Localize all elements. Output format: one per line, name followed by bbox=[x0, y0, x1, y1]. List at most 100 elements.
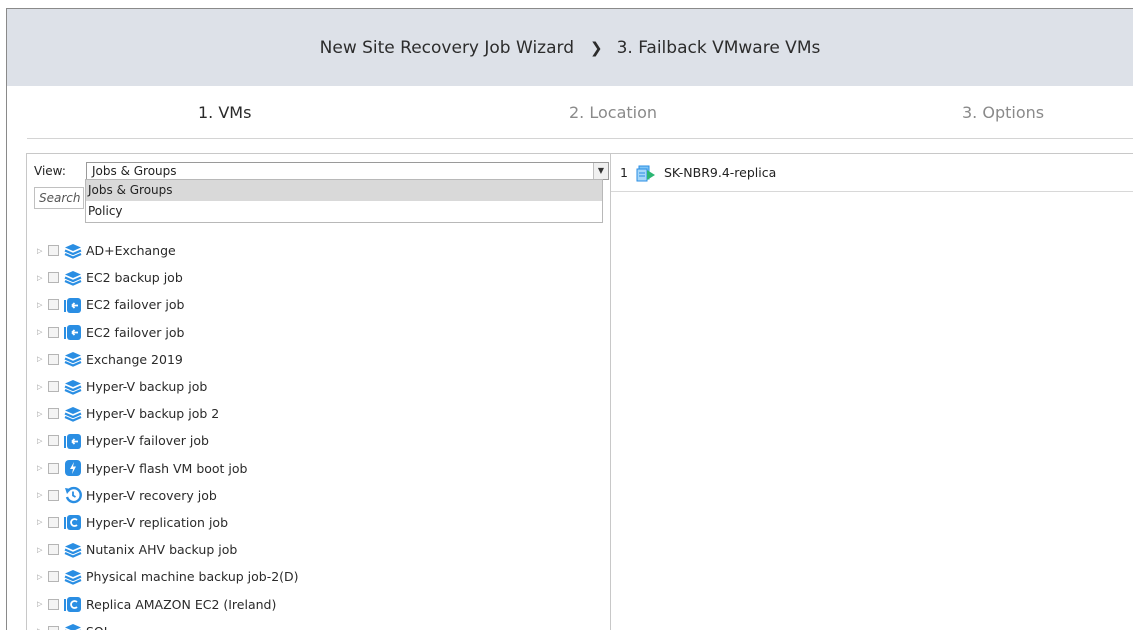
tree-item[interactable]: ▷ Replica AMAZON EC2 (Ireland) bbox=[27, 590, 610, 617]
tree-item-label: Hyper-V replication job bbox=[86, 514, 229, 530]
tree-item-checkbox[interactable] bbox=[48, 299, 59, 311]
backup-job-icon bbox=[64, 350, 82, 368]
expand-arrow-icon[interactable]: ▷ bbox=[37, 464, 45, 472]
view-dropdown-list: Jobs & Groups Policy bbox=[85, 179, 603, 223]
tree-item[interactable]: ▷ Exchange 2019 bbox=[27, 346, 610, 373]
tree-item-label: Replica AMAZON EC2 (Ireland) bbox=[86, 596, 277, 612]
tree-item-label: EC2 failover job bbox=[86, 324, 185, 340]
tree-item-checkbox[interactable] bbox=[48, 544, 59, 556]
chevron-right-icon: ❯ bbox=[590, 38, 603, 57]
view-select-value: Jobs & Groups bbox=[92, 164, 177, 178]
tree-item[interactable]: ▷ AD+Exchange bbox=[27, 237, 610, 264]
expand-arrow-icon[interactable]: ▷ bbox=[37, 410, 45, 418]
wizard-title: New Site Recovery Job Wizard bbox=[319, 37, 574, 58]
selected-vm-row[interactable]: 1 SK-NBR9.4-replica bbox=[611, 154, 1133, 192]
tree-item[interactable]: ▷ Nutanix AHV backup job bbox=[27, 536, 610, 563]
failover-job-icon bbox=[64, 323, 82, 341]
wizard-page-title: 3. Failback VMware VMs bbox=[616, 37, 821, 58]
search-input[interactable]: Search bbox=[34, 187, 84, 209]
tree-item-label: EC2 backup job bbox=[86, 270, 183, 286]
flash-boot-job-icon bbox=[64, 459, 82, 477]
tree-item-label: Physical machine backup job-2(D) bbox=[86, 569, 299, 585]
expand-arrow-icon[interactable]: ▷ bbox=[37, 491, 45, 499]
tree-item[interactable]: ▷ Hyper-V replication job bbox=[27, 509, 610, 536]
view-row: View: bbox=[34, 162, 86, 180]
tree-item-checkbox[interactable] bbox=[48, 516, 59, 528]
wizard-header: New Site Recovery Job Wizard ❯ 3. Failba… bbox=[7, 9, 1133, 86]
tree-item[interactable]: ▷ Hyper-V failover job bbox=[27, 427, 610, 454]
tree-item-checkbox[interactable] bbox=[48, 462, 59, 474]
recovery-job-icon bbox=[64, 486, 82, 504]
tree-item[interactable]: ▷ EC2 backup job bbox=[27, 264, 610, 291]
failover-job-icon bbox=[64, 432, 82, 450]
tree-item-label: SQL bbox=[86, 624, 111, 630]
tree-item-label: Hyper-V failover job bbox=[86, 433, 209, 449]
selected-vms-panel: 1 SK-NBR9.4-replica bbox=[611, 153, 1133, 630]
tree-item-checkbox[interactable] bbox=[48, 353, 59, 365]
backup-job-icon bbox=[64, 269, 82, 287]
tree-item-checkbox[interactable] bbox=[48, 571, 59, 583]
dropdown-option-jobs-groups[interactable]: Jobs & Groups bbox=[86, 180, 602, 201]
expand-arrow-icon[interactable]: ▷ bbox=[37, 274, 45, 282]
backup-job-icon bbox=[64, 405, 82, 423]
tree-item-checkbox[interactable] bbox=[48, 245, 59, 257]
expand-arrow-icon[interactable]: ▷ bbox=[37, 247, 45, 255]
expand-arrow-icon[interactable]: ▷ bbox=[37, 600, 45, 608]
tree-item-checkbox[interactable] bbox=[48, 408, 59, 420]
step-vms[interactable]: 1. VMs bbox=[198, 103, 251, 122]
replication-job-icon bbox=[64, 513, 82, 531]
chevron-down-icon[interactable]: ▼ bbox=[593, 163, 608, 179]
expand-arrow-icon[interactable]: ▷ bbox=[37, 546, 45, 554]
tree-item[interactable]: ▷ EC2 failover job bbox=[27, 291, 610, 318]
replication-job-icon bbox=[64, 595, 82, 613]
backup-job-icon bbox=[64, 622, 82, 630]
backup-job-icon bbox=[64, 378, 82, 396]
expand-arrow-icon[interactable]: ▷ bbox=[37, 301, 45, 309]
tree-item-checkbox[interactable] bbox=[48, 625, 59, 630]
tree-item-label: Hyper-V flash VM boot job bbox=[86, 460, 248, 476]
tree-item-label: Hyper-V backup job 2 bbox=[86, 406, 220, 422]
tree-item[interactable]: ▷ Hyper-V recovery job bbox=[27, 482, 610, 509]
expand-arrow-icon[interactable]: ▷ bbox=[37, 328, 45, 336]
dropdown-option-policy[interactable]: Policy bbox=[86, 201, 602, 222]
tree-item[interactable]: ▷ Hyper-V backup job 2 bbox=[27, 400, 610, 427]
tree-item-checkbox[interactable] bbox=[48, 598, 59, 610]
view-select[interactable]: Jobs & Groups ▼ bbox=[86, 162, 609, 180]
wizard-window: New Site Recovery Job Wizard ❯ 3. Failba… bbox=[6, 8, 1133, 630]
tree-item-checkbox[interactable] bbox=[48, 489, 59, 501]
tree-item[interactable]: ▷ EC2 failover job bbox=[27, 319, 610, 346]
tree-item-checkbox[interactable] bbox=[48, 381, 59, 393]
inventory-panel: View: Jobs & Groups ▼ Search Jobs & Grou… bbox=[26, 153, 611, 630]
wizard-steps: 1. VMs 2. Location 3. Options bbox=[7, 86, 1133, 138]
tree-item-checkbox[interactable] bbox=[48, 435, 59, 447]
failover-job-icon bbox=[64, 296, 82, 314]
backup-job-icon bbox=[64, 242, 82, 260]
expand-arrow-icon[interactable]: ▷ bbox=[37, 518, 45, 526]
backup-job-icon bbox=[64, 541, 82, 559]
view-label: View: bbox=[34, 164, 66, 178]
tree-item-label: AD+Exchange bbox=[86, 243, 176, 259]
expand-arrow-icon[interactable]: ▷ bbox=[37, 573, 45, 581]
step-location[interactable]: 2. Location bbox=[569, 103, 657, 122]
tree-item-label: Hyper-V backup job bbox=[86, 379, 208, 395]
vm-replica-icon bbox=[636, 165, 655, 181]
tree-item-label: EC2 failover job bbox=[86, 297, 185, 313]
tree-item[interactable]: ▷ Hyper-V flash VM boot job bbox=[27, 455, 610, 482]
tree-item[interactable]: ▷ Hyper-V backup job bbox=[27, 373, 610, 400]
tree-item-checkbox[interactable] bbox=[48, 272, 59, 284]
tree-item-label: Hyper-V recovery job bbox=[86, 487, 217, 503]
expand-arrow-icon[interactable]: ▷ bbox=[37, 355, 45, 363]
tree-item[interactable]: ▷SQL bbox=[27, 618, 610, 630]
selected-vm-label: SK-NBR9.4-replica bbox=[663, 165, 777, 180]
tree-item[interactable]: ▷ Physical machine backup job-2(D) bbox=[27, 563, 610, 590]
steps-divider bbox=[27, 138, 1133, 139]
row-number: 1 bbox=[620, 165, 628, 180]
step-options[interactable]: 3. Options bbox=[962, 103, 1044, 122]
tree-item-label: Nutanix AHV backup job bbox=[86, 542, 238, 558]
job-tree: ▷ AD+Exchange ▷ EC2 backup job ▷ EC2 failover… bbox=[27, 237, 610, 630]
expand-arrow-icon[interactable]: ▷ bbox=[37, 437, 45, 445]
tree-item-checkbox[interactable] bbox=[48, 326, 59, 338]
backup-job-icon bbox=[64, 568, 82, 586]
expand-arrow-icon[interactable]: ▷ bbox=[37, 383, 45, 391]
tree-item-label: Exchange 2019 bbox=[86, 351, 183, 367]
